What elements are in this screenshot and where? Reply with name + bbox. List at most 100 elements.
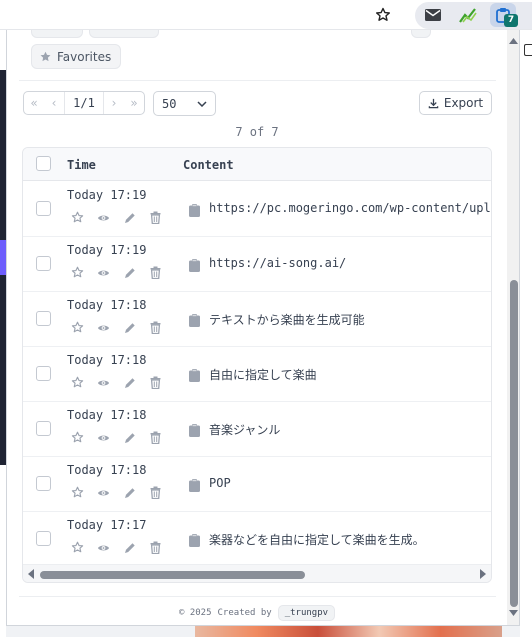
row-checkbox[interactable] xyxy=(36,421,51,436)
view-eye-icon[interactable] xyxy=(97,321,110,334)
column-header-time: Time xyxy=(67,158,96,172)
row-checkbox[interactable] xyxy=(36,531,51,546)
view-eye-icon[interactable] xyxy=(97,431,110,444)
view-eye-icon[interactable] xyxy=(97,376,110,389)
horizontal-scroll-thumb[interactable] xyxy=(40,571,305,579)
row-content[interactable]: 自由に指定して楽曲 xyxy=(209,366,317,383)
clipboard-icon xyxy=(189,312,200,331)
view-eye-icon[interactable] xyxy=(97,211,110,224)
export-button[interactable]: Export xyxy=(419,91,492,115)
filter-chip[interactable] xyxy=(411,30,431,38)
scroll-left-arrow-icon[interactable] xyxy=(27,569,35,579)
horizontal-scrollbar[interactable] xyxy=(23,564,491,582)
author-link[interactable]: _trungpv xyxy=(277,605,336,621)
mail-icon[interactable] xyxy=(420,3,446,27)
background-page-artwork xyxy=(195,626,502,637)
created-by-label: Created by xyxy=(217,608,272,618)
clipboard-icon xyxy=(189,422,200,441)
row-checkbox[interactable] xyxy=(36,476,51,491)
row-checkbox[interactable] xyxy=(36,311,51,326)
edit-pencil-icon[interactable] xyxy=(123,541,136,554)
edit-pencil-icon[interactable] xyxy=(123,211,136,224)
row-checkbox[interactable] xyxy=(36,366,51,381)
export-label: Export xyxy=(443,96,484,110)
delete-trash-icon[interactable] xyxy=(149,211,162,224)
pagination: « ‹ 1/1 › » xyxy=(23,91,145,115)
row-actions xyxy=(71,376,162,389)
star-icon xyxy=(40,51,51,62)
row-content[interactable]: https://pc.mogeringo.com/wp-content/uplo… xyxy=(209,201,491,215)
view-eye-icon[interactable] xyxy=(97,266,110,279)
scroll-down-arrow-icon[interactable] xyxy=(509,610,518,616)
vertical-scroll-thumb[interactable] xyxy=(510,280,518,607)
delete-trash-icon[interactable] xyxy=(149,321,162,334)
history-table: Time Content Today 17:19 https://pc.moger… xyxy=(22,147,492,583)
row-content[interactable]: 音楽ジャンル xyxy=(209,421,280,438)
edit-pencil-icon[interactable] xyxy=(123,321,136,334)
vertical-scrollbar[interactable] xyxy=(507,30,519,625)
clipboard-icon xyxy=(189,367,200,386)
bookmark-star-icon[interactable] xyxy=(370,3,396,27)
row-content[interactable]: テキストから楽曲を生成可能 xyxy=(209,311,365,328)
clipboard-icon xyxy=(189,202,200,221)
divider xyxy=(19,80,496,81)
favorite-star-icon[interactable] xyxy=(71,486,84,499)
table-row[interactable]: Today 17:17 楽器などを自由に指定して楽曲を生成。 xyxy=(23,512,491,567)
favorite-star-icon[interactable] xyxy=(71,266,84,279)
favorite-star-icon[interactable] xyxy=(71,376,84,389)
chart-icon[interactable] xyxy=(455,3,481,27)
scroll-up-arrow-icon[interactable] xyxy=(509,38,518,44)
page-indicator: 1/1 xyxy=(64,92,104,114)
favorite-star-icon[interactable] xyxy=(71,211,84,224)
table-row[interactable]: Today 17:19 https://pc.mogeringo.com/wp-c… xyxy=(23,182,491,237)
row-actions xyxy=(71,541,162,554)
view-eye-icon[interactable] xyxy=(97,541,110,554)
row-actions xyxy=(71,321,162,334)
extension-badge: 7 xyxy=(504,14,518,27)
row-time: Today 17:17 xyxy=(67,518,147,532)
favorites-filter-chip[interactable]: Favorites xyxy=(31,44,122,69)
favorite-star-icon[interactable] xyxy=(71,321,84,334)
filter-chip[interactable] xyxy=(89,30,159,38)
delete-trash-icon[interactable] xyxy=(149,266,162,279)
delete-trash-icon[interactable] xyxy=(149,431,162,444)
row-actions xyxy=(71,266,162,279)
select-all-checkbox[interactable] xyxy=(36,156,51,171)
delete-trash-icon[interactable] xyxy=(149,376,162,389)
delete-trash-icon[interactable] xyxy=(149,486,162,499)
view-eye-icon[interactable] xyxy=(97,486,110,499)
result-count: 7 of 7 xyxy=(235,125,279,139)
edit-pencil-icon[interactable] xyxy=(123,431,136,444)
last-page-button[interactable]: » xyxy=(124,96,144,110)
table-row[interactable]: Today 17:19 https://ai-song.ai/ xyxy=(23,237,491,292)
filter-chip[interactable] xyxy=(31,30,83,38)
table-row[interactable]: Today 17:18 自由に指定して楽曲 xyxy=(23,347,491,402)
row-content[interactable]: POP xyxy=(209,476,231,490)
edit-pencil-icon[interactable] xyxy=(123,376,136,389)
row-time: Today 17:19 xyxy=(67,188,147,202)
table-row[interactable]: Today 17:18 音楽ジャンル xyxy=(23,402,491,457)
per-page-select[interactable]: 50 xyxy=(153,91,216,116)
row-time: Today 17:18 xyxy=(67,463,147,477)
table-row[interactable]: Today 17:18 POP xyxy=(23,457,491,512)
row-content[interactable]: https://ai-song.ai/ xyxy=(209,256,346,270)
favorite-star-icon[interactable] xyxy=(71,431,84,444)
background-page-right xyxy=(520,30,532,637)
edit-pencil-icon[interactable] xyxy=(123,266,136,279)
row-checkbox[interactable] xyxy=(36,201,51,216)
clipboard-icon xyxy=(189,532,200,551)
row-actions xyxy=(71,431,162,444)
scroll-right-arrow-icon[interactable] xyxy=(479,569,487,579)
prev-page-button[interactable]: ‹ xyxy=(44,96,64,110)
delete-trash-icon[interactable] xyxy=(149,541,162,554)
favorite-star-icon[interactable] xyxy=(71,541,84,554)
first-page-button[interactable]: « xyxy=(24,96,44,110)
next-page-button[interactable]: › xyxy=(104,96,124,110)
table-row[interactable]: Today 17:18 テキストから楽曲を生成可能 xyxy=(23,292,491,347)
row-checkbox[interactable] xyxy=(36,256,51,271)
row-content[interactable]: 楽器などを自由に指定して楽曲を生成。 xyxy=(209,531,425,548)
row-time: Today 17:18 xyxy=(67,353,147,367)
edit-pencil-icon[interactable] xyxy=(123,486,136,499)
row-actions xyxy=(71,211,162,224)
browser-toolbar: 7 xyxy=(0,0,532,30)
